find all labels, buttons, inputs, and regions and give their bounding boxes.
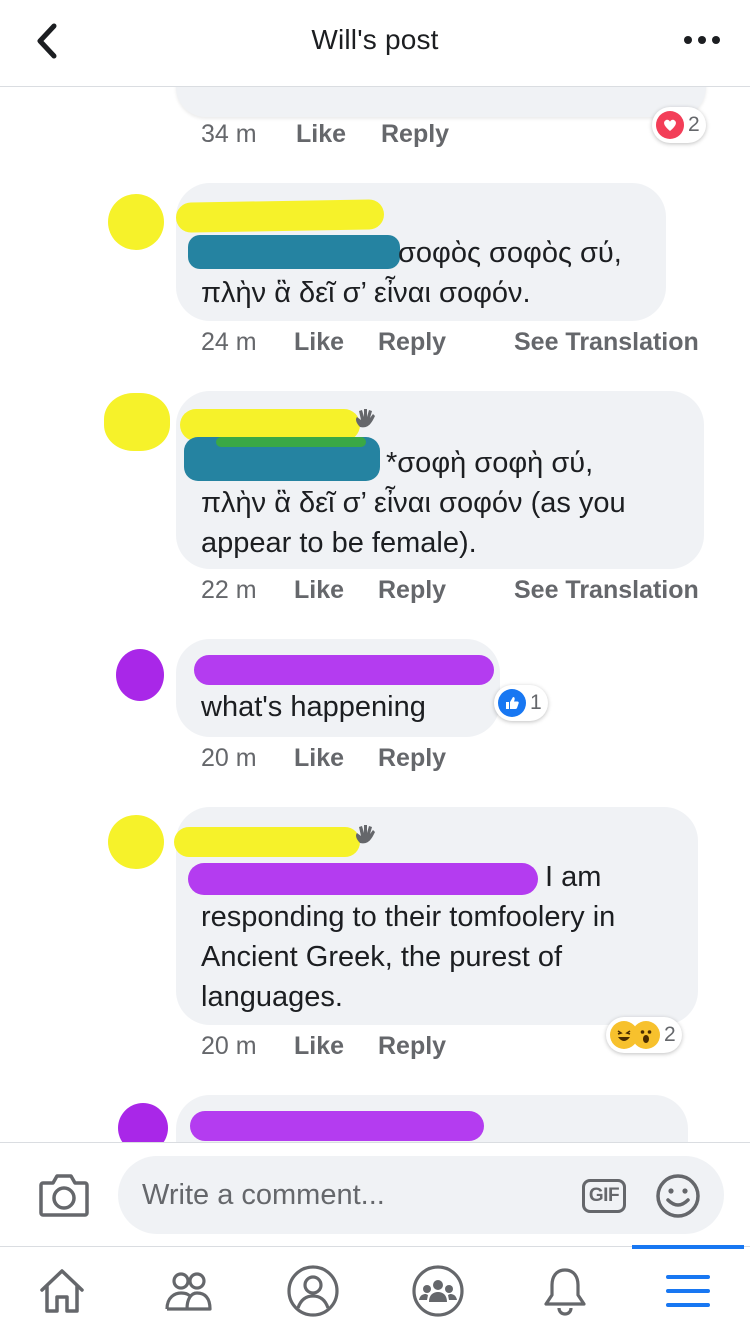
groups-icon [412, 1265, 464, 1317]
like-button[interactable]: Like [294, 328, 344, 357]
redacted-name [194, 655, 494, 685]
more-options-button[interactable] [682, 30, 722, 50]
reaction-badge[interactable]: 2 [652, 107, 706, 143]
comment-meta: 20 m Like Reply [201, 744, 446, 773]
comment-text-line: what's happening [201, 691, 426, 723]
comment-time: 20 m [201, 1032, 257, 1060]
wave-icon [356, 825, 375, 844]
like-reaction-icon [498, 689, 526, 717]
smiley-icon [656, 1174, 700, 1218]
tab-profile[interactable] [283, 1263, 343, 1319]
comment-time: 20 m [201, 744, 257, 772]
friends-icon [165, 1272, 212, 1311]
comment-text-line: languages. [201, 981, 343, 1013]
reply-button[interactable]: Reply [378, 328, 446, 357]
redacted-name [175, 199, 385, 233]
comment-text-line: responding to their tomfoolery in [201, 901, 616, 933]
see-translation-button[interactable]: See Translation [514, 576, 699, 605]
avatar[interactable] [108, 815, 164, 869]
tab-groups[interactable] [408, 1263, 468, 1319]
comment-input[interactable] [118, 1156, 724, 1234]
avatar[interactable] [104, 393, 170, 451]
comment-meta: 20 m Like Reply [201, 1032, 446, 1061]
camera-icon [39, 1174, 89, 1217]
profile-icon [287, 1265, 339, 1317]
redacted-name [174, 827, 360, 857]
comment-text-line: πλὴν ἃ δεῖ σ’ εἶναι σοφόν. [201, 277, 531, 309]
comment-time: 34 m [201, 120, 257, 148]
comment-text-line: σοφὸς σοφὸς σύ, [398, 237, 622, 269]
comment-text-line: *σοφὴ σοφὴ σύ, [386, 447, 594, 479]
redacted-tag [216, 437, 366, 447]
reply-button[interactable]: Reply [381, 120, 449, 149]
home-icon [40, 1269, 84, 1313]
comment-bubble [176, 87, 706, 117]
comment-text-line: appear to be female). [201, 527, 477, 559]
bottom-tab-bar [0, 1245, 750, 1335]
comment-bubble[interactable]: σοφὸς σοφὸς σύ, πλὴν ἃ δεῖ σ’ εἶναι σοφό… [175, 183, 666, 321]
reaction-count: 2 [688, 113, 700, 136]
redacted-tag [188, 863, 538, 895]
comment-text-line: πλὴν ἃ δεῖ σ’ εἶναι σοφόν (as you [201, 487, 626, 519]
comment-meta: 24 m Like Reply See Translation [201, 328, 699, 357]
comment-time: 24 m [201, 328, 257, 356]
gif-button[interactable]: GIF [582, 1179, 626, 1213]
comments-feed[interactable]: 34 m Like Reply 2 σοφὸς σοφὸς σύ, πλὴν ἃ… [0, 87, 750, 1142]
reaction-badge[interactable]: 2 [606, 1017, 682, 1053]
bell-icon [544, 1268, 586, 1316]
active-tab-indicator [632, 1245, 744, 1249]
menu-icon [666, 1275, 710, 1307]
comment-text-line: I am [545, 861, 602, 893]
tab-menu[interactable] [658, 1263, 718, 1319]
avatar[interactable] [108, 194, 164, 250]
like-button[interactable]: Like [294, 576, 344, 605]
avatar[interactable] [118, 1103, 168, 1142]
emoji-button[interactable] [655, 1173, 701, 1219]
wow-reaction-icon [632, 1021, 660, 1049]
like-button[interactable]: Like [294, 1032, 344, 1061]
tab-notifications[interactable] [535, 1263, 595, 1319]
top-nav-bar: Will's post [0, 0, 750, 87]
tab-home[interactable] [32, 1263, 92, 1319]
comment-time: 22 m [201, 576, 257, 604]
page-title: Will's post [311, 24, 439, 55]
comment-meta: 22 m Like Reply See Translation [201, 576, 699, 605]
tab-friends[interactable] [158, 1263, 218, 1319]
reaction-badge[interactable]: 1 [494, 685, 548, 721]
reply-button[interactable]: Reply [378, 576, 446, 605]
comment-bubble[interactable]: I am responding to their tomfoolery in A… [174, 807, 698, 1025]
wave-icon [356, 409, 375, 428]
love-reaction-icon [656, 111, 684, 139]
comment-composer: GIF [0, 1142, 750, 1247]
reaction-count: 2 [664, 1023, 676, 1046]
comment-text-line: Ancient Greek, the purest of [201, 941, 563, 973]
comment-meta: 34 m Like Reply [201, 120, 449, 149]
reaction-count: 1 [530, 691, 542, 714]
reply-button[interactable]: Reply [378, 744, 446, 773]
comment-bubble[interactable] [176, 1095, 688, 1142]
camera-button[interactable] [38, 1172, 90, 1218]
avatar[interactable] [116, 649, 164, 701]
redacted-name [190, 1111, 484, 1141]
like-button[interactable]: Like [294, 744, 344, 773]
reply-button[interactable]: Reply [378, 1032, 446, 1061]
redacted-tag [188, 235, 400, 269]
comment-bubble[interactable]: what's happening [176, 639, 500, 737]
see-translation-button[interactable]: See Translation [514, 328, 699, 357]
more-horizontal-icon [684, 36, 720, 44]
like-button[interactable]: Like [296, 120, 346, 149]
comment-bubble[interactable]: *σοφὴ σοφὴ σύ, πλὴν ἃ δεῖ σ’ εἶναι σοφόν… [176, 391, 704, 569]
